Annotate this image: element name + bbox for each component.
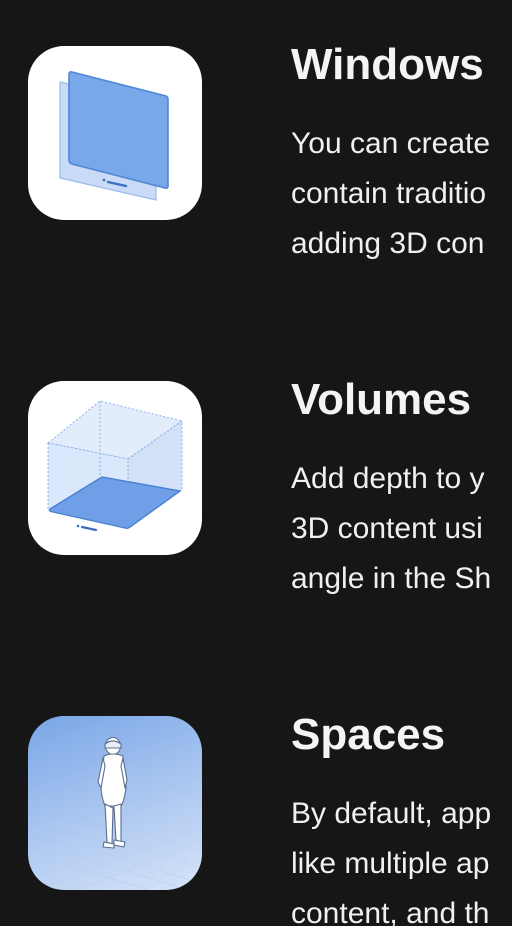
section-spaces: Spaces By default, app like multiple ap … (0, 670, 512, 926)
section-title: Spaces (291, 710, 446, 759)
spaces-icon (28, 716, 202, 890)
section-description: By default, app like multiple ap content… (291, 789, 512, 926)
section-description: Add depth to y 3D content usi angle in t… (291, 454, 512, 604)
window-icon (28, 46, 202, 220)
volume-icon (28, 381, 202, 555)
description-line: 3D content usi (291, 512, 483, 545)
section-title: Windows (291, 40, 484, 89)
section-windows: Windows You can create contain traditio … (0, 0, 512, 300)
description-line: You can create (291, 127, 491, 160)
description-line: contain traditio (291, 177, 487, 210)
description-line: content, and th (291, 897, 490, 926)
description-line: angle in the Sh (291, 562, 492, 595)
description-line: By default, app (291, 797, 492, 830)
description-line: like multiple ap (291, 847, 490, 880)
section-volumes: Volumes Add depth to y 3D content usi an… (0, 335, 512, 635)
section-title: Volumes (291, 375, 472, 424)
description-line: adding 3D con (291, 227, 485, 260)
section-description: You can create contain traditio adding 3… (291, 119, 512, 269)
description-line: Add depth to y (291, 462, 485, 495)
